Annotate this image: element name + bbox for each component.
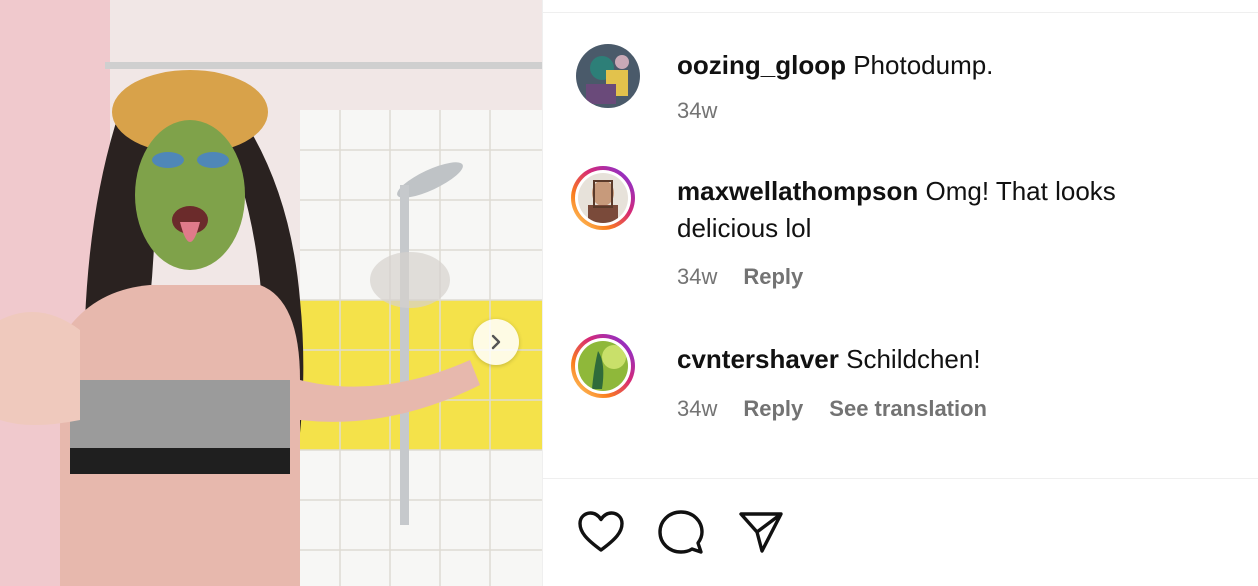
carousel-next-button[interactable] xyxy=(473,319,519,365)
photo-illustration xyxy=(0,0,542,586)
comment-meta: 34w xyxy=(677,98,717,124)
comment-body: maxwellathompson Omg! That looks delicio… xyxy=(677,173,1197,247)
avatar xyxy=(578,341,628,391)
comment-text: Schildchen! xyxy=(846,344,981,374)
see-translation-button[interactable]: See translation xyxy=(829,396,987,422)
like-button[interactable] xyxy=(577,508,625,556)
comment-username[interactable]: cvntershaver xyxy=(677,344,839,374)
avatar-story-ring[interactable] xyxy=(571,166,635,230)
comment-icon xyxy=(658,510,704,554)
comment-meta: 34w Reply See translation xyxy=(677,396,987,422)
comment-text: Photodump. xyxy=(853,50,994,80)
comment-time[interactable]: 34w xyxy=(677,98,717,124)
header-divider xyxy=(543,12,1258,13)
avatar[interactable] xyxy=(576,44,640,108)
heart-icon xyxy=(578,511,624,552)
avatar-image xyxy=(578,173,628,223)
avatar-image xyxy=(576,44,640,108)
action-bar xyxy=(577,508,785,556)
chevron-right-icon xyxy=(491,334,501,350)
comment-button[interactable] xyxy=(657,508,705,556)
reply-button[interactable]: Reply xyxy=(743,396,803,422)
comment-body: oozing_gloop Photodump. xyxy=(677,47,1197,84)
reply-button[interactable]: Reply xyxy=(743,264,803,290)
avatar xyxy=(578,173,628,223)
avatar-story-ring[interactable] xyxy=(571,334,635,398)
comment-meta: 34w Reply xyxy=(677,264,803,290)
comments-pane: oozing_gloop Photodump. 34w maxwellathom… xyxy=(543,0,1258,586)
post-photo xyxy=(0,0,542,586)
actions-divider xyxy=(543,478,1258,479)
avatar-image xyxy=(578,341,628,391)
comment-time[interactable]: 34w xyxy=(677,396,717,422)
share-button[interactable] xyxy=(737,508,785,556)
comment-time[interactable]: 34w xyxy=(677,264,717,290)
comment-body: cvntershaver Schildchen! xyxy=(677,341,1197,378)
comment-username[interactable]: maxwellathompson xyxy=(677,176,918,206)
comment-username[interactable]: oozing_gloop xyxy=(677,50,846,80)
send-icon xyxy=(739,512,783,553)
